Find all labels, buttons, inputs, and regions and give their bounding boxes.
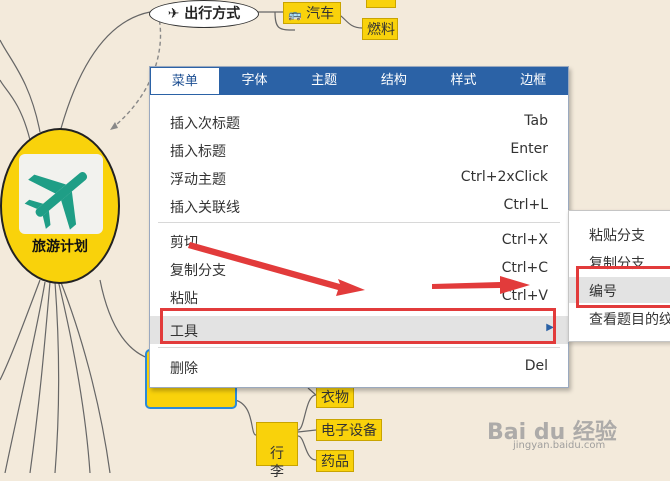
central-topic[interactable]: 旅游计划 — [0, 128, 120, 284]
central-topic-label: 旅游计划 — [32, 239, 88, 255]
travel-mode-topic[interactable]: ✈ 出行方式 — [149, 0, 259, 28]
menu-item-label: 插入关联线 — [170, 200, 240, 216]
menu-item-label: 剪切 — [170, 235, 198, 251]
menu-item-delete[interactable]: 删除 Del — [150, 354, 568, 380]
menu-item-shortcut: Del — [524, 358, 548, 374]
car-label: 汽车 — [306, 6, 335, 22]
airplane-icon: ✈ — [167, 6, 180, 22]
menu-item-label: 工具 — [170, 324, 198, 340]
submenu-item-numbering[interactable]: 编号 — [569, 277, 670, 303]
menu-item-insert-subtopic[interactable]: 插入次标题 Tab — [150, 109, 568, 135]
tab-theme[interactable]: 主题 — [289, 67, 359, 95]
medicine-topic[interactable]: 药品 — [316, 450, 354, 472]
menu-item-copy-branch[interactable]: 复制分支 Ctrl+C — [150, 256, 568, 282]
car-topic[interactable]: 🚌 汽车 — [283, 2, 341, 24]
luggage-label: 行 李 — [270, 446, 284, 480]
menu-item-label: 粘贴 — [170, 291, 198, 307]
menu-divider — [158, 222, 560, 223]
tab-border[interactable]: 边框 — [498, 67, 568, 95]
tab-structure[interactable]: 结构 — [359, 67, 429, 95]
partial-topic — [366, 0, 396, 8]
watermark-sub: jingyan.baidu.com — [513, 440, 606, 451]
tools-submenu: 粘贴分支 复制分支 编号 查看题目的纹 — [568, 210, 670, 342]
submenu-item-label: 粘贴分支 — [589, 228, 645, 244]
tab-style[interactable]: 样式 — [429, 67, 499, 95]
menu-tabbar: 菜单 字体 主题 结构 样式 边框 — [150, 67, 568, 95]
menu-item-shortcut: Ctrl+C — [501, 260, 548, 276]
baidu-watermark: Bai du 经验 jingyan.baidu.com — [487, 414, 617, 451]
luggage-topic[interactable]: 行 李 — [256, 422, 298, 480]
medicine-label: 药品 — [321, 454, 349, 470]
menu-item-paste[interactable]: 粘贴 Ctrl+V — [150, 284, 568, 310]
menu-item-shortcut: Ctrl+V — [501, 288, 548, 304]
menu-item-shortcut: Ctrl+L — [503, 197, 548, 213]
menu-item-label: 复制分支 — [170, 263, 226, 279]
car-icon: 🚌 — [288, 8, 302, 21]
menu-item-floating-topic[interactable]: 浮动主题 Ctrl+2xClick — [150, 165, 568, 191]
electronics-topic[interactable]: 电子设备 — [316, 419, 382, 441]
submenu-item-label: 复制分支 — [589, 256, 645, 272]
menu-item-label: 插入标题 — [170, 144, 226, 160]
tab-font[interactable]: 字体 — [220, 67, 290, 95]
submenu-item-label: 编号 — [589, 284, 617, 300]
submenu-item-paste-branch[interactable]: 粘贴分支 — [569, 221, 670, 247]
clothes-label: 衣物 — [321, 390, 349, 406]
fuel-topic[interactable]: 燃料 — [362, 18, 398, 40]
tab-menu[interactable]: 菜单 — [150, 67, 220, 95]
airplane-icon — [19, 154, 103, 234]
travel-mode-label: 出行方式 — [184, 6, 241, 22]
submenu-arrow-icon: ▶ — [546, 322, 554, 333]
fuel-label: 燃料 — [367, 22, 395, 38]
menu-item-cut[interactable]: 剪切 Ctrl+X — [150, 228, 568, 254]
clothes-topic[interactable]: 衣物 — [316, 386, 354, 408]
menu-item-label: 插入次标题 — [170, 116, 240, 132]
submenu-item-view-topic[interactable]: 查看题目的纹 — [569, 305, 670, 331]
submenu-item-label: 查看题目的纹 — [589, 312, 670, 328]
menu-item-shortcut: Ctrl+2xClick — [460, 169, 548, 185]
menu-item-shortcut: Enter — [510, 141, 548, 157]
menu-divider — [158, 347, 560, 348]
menu-item-insert-relationship[interactable]: 插入关联线 Ctrl+L — [150, 193, 568, 219]
submenu-item-copy-branch[interactable]: 复制分支 — [569, 249, 670, 275]
menu-item-label: 浮动主题 — [170, 172, 226, 188]
context-menu: 菜单 字体 主题 结构 样式 边框 插入次标题 Tab 插入标题 Enter 浮… — [149, 66, 569, 388]
menu-item-label: 删除 — [170, 361, 198, 377]
menu-item-shortcut: Tab — [524, 113, 548, 129]
menu-item-shortcut: Ctrl+X — [501, 232, 548, 248]
menu-item-tools[interactable]: 工具 ▶ — [150, 316, 568, 344]
menu-item-insert-topic[interactable]: 插入标题 Enter — [150, 137, 568, 163]
electronics-label: 电子设备 — [321, 423, 377, 439]
